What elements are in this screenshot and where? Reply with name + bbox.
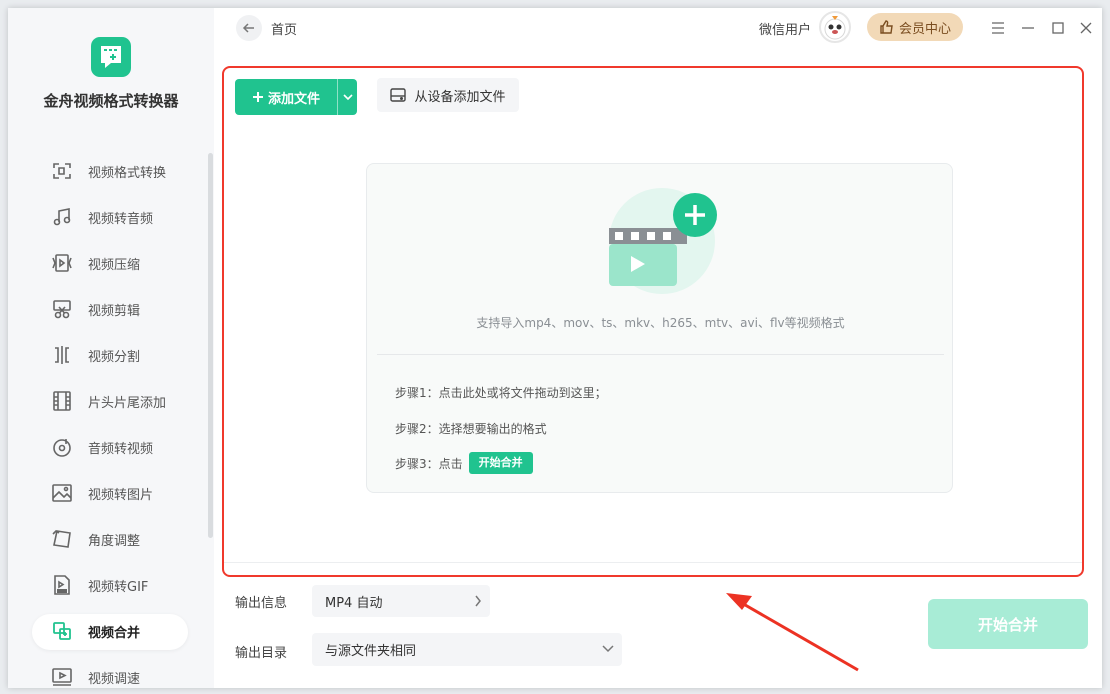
sidebar-item-label: 片头片尾添加 — [88, 395, 167, 411]
sidebar-item-label: 音频转视频 — [88, 441, 154, 457]
breadcrumb[interactable]: 首页 — [271, 19, 297, 38]
sidebar-item-label: 视频合并 — [88, 625, 141, 641]
annotation-arrow-icon — [726, 593, 859, 672]
sidebar-item-label: 视频压缩 — [88, 257, 141, 273]
step-3-text: 步骤3：点击 — [395, 456, 463, 471]
thumbs-up-icon — [880, 20, 893, 34]
add-file-main[interactable]: 添加文件 — [235, 79, 337, 115]
film-strip-icon — [50, 389, 74, 413]
sidebar-nav: 视频格式转换 视频转音频 视频压缩 视频剪辑 视频分割 片头片尾添加 音频转视频… — [8, 148, 214, 688]
title-bar: 首页 微信用户 会员中心 — [214, 8, 1102, 48]
add-video-icon — [609, 188, 717, 294]
step-2: 步骤2：选择想要输出的格式 — [395, 422, 547, 436]
file-drop-zone[interactable]: 支持导入mp4、mov、ts、mkv、h265、mtv、avi、flv等视频格式… — [366, 163, 953, 493]
divider — [377, 354, 944, 355]
sidebar-item-video-to-audio[interactable]: 视频转音频 — [8, 194, 214, 240]
compress-icon — [50, 251, 74, 275]
speed-icon — [50, 665, 74, 688]
output-format-value: MP4 自动 — [325, 595, 383, 611]
app-window: 金舟视频格式转换器 视频格式转换 视频转音频 视频压缩 视频剪辑 视频分割 片头… — [8, 8, 1102, 688]
sidebar-item-audio-to-video[interactable]: 音频转视频 — [8, 424, 214, 470]
sidebar-item-label: 视频转图片 — [88, 487, 154, 503]
output-format-selector[interactable]: MP4 自动 — [312, 585, 490, 617]
output-dir-select[interactable]: 与源文件夹相同 — [312, 633, 622, 666]
output-info-label: 输出信息 — [235, 596, 288, 611]
sidebar-item-gif[interactable]: 视频转GIF — [8, 562, 214, 608]
scissors-icon — [50, 297, 74, 321]
vip-center-button[interactable]: 会员中心 — [867, 13, 963, 41]
output-dir-value: 与源文件夹相同 — [325, 644, 417, 659]
sidebar-item-label: 视频转GIF — [88, 579, 149, 595]
chevron-right-icon — [475, 595, 481, 607]
sidebar-item-format-convert[interactable]: 视频格式转换 — [8, 148, 214, 194]
sidebar-item-label: 视频分割 — [88, 349, 141, 365]
divider — [224, 562, 1082, 563]
minimize-button[interactable] — [1018, 18, 1038, 38]
music-note-icon — [50, 205, 74, 229]
sidebar-item-compress[interactable]: 视频压缩 — [8, 240, 214, 286]
app-logo-icon — [91, 37, 131, 77]
add-from-device-button[interactable]: 从设备添加文件 — [377, 78, 519, 112]
minimize-icon — [1022, 27, 1034, 29]
sidebar-item-edit[interactable]: 视频剪辑 — [8, 286, 214, 332]
output-dir-label: 输出目录 — [235, 646, 288, 661]
vip-label: 会员中心 — [898, 21, 951, 37]
step-3-badge: 开始合并 — [468, 452, 533, 474]
add-file-button[interactable]: 添加文件 — [235, 79, 357, 115]
sidebar-item-label: 视频格式转换 — [88, 165, 167, 181]
chevron-down-icon — [342, 94, 353, 101]
sidebar-item-angle[interactable]: 角度调整 — [8, 516, 214, 562]
sidebar-item-label: 视频调速 — [88, 671, 141, 687]
user-name[interactable]: 微信用户 — [759, 19, 811, 38]
step-1: 步骤1：点击此处或将文件拖动到这里； — [395, 386, 607, 400]
sidebar-scrollbar[interactable] — [208, 153, 213, 538]
image-icon — [50, 481, 74, 505]
format-convert-icon — [50, 159, 74, 183]
sidebar-item-label: 视频剪辑 — [88, 303, 141, 319]
maximize-button[interactable] — [1048, 18, 1068, 38]
add-file-label: 添加文件 — [267, 91, 320, 107]
disc-icon — [50, 435, 74, 459]
plus-icon — [252, 92, 263, 102]
sidebar-item-intro-outro[interactable]: 片头片尾添加 — [8, 378, 214, 424]
hard-drive-icon — [390, 88, 407, 102]
add-from-device-label: 从设备添加文件 — [414, 89, 506, 105]
arrow-left-icon — [242, 23, 254, 33]
sidebar: 金舟视频格式转换器 视频格式转换 视频转音频 视频压缩 视频剪辑 视频分割 片头… — [8, 8, 214, 688]
supported-formats-text: 支持导入mp4、mov、ts、mkv、h265、mtv、avi、flv等视频格式 — [476, 316, 845, 330]
sidebar-item-label: 角度调整 — [88, 533, 141, 549]
step-3: 步骤3：点击 开始合并 — [395, 452, 533, 474]
add-file-dropdown[interactable] — [337, 79, 357, 115]
gif-icon — [50, 573, 74, 597]
split-icon — [50, 343, 74, 367]
menu-icon — [992, 22, 1004, 34]
sidebar-item-split[interactable]: 视频分割 — [8, 332, 214, 378]
close-icon — [1080, 22, 1092, 34]
back-button[interactable] — [236, 15, 262, 41]
app-name: 金舟视频格式转换器 — [43, 92, 179, 110]
merge-icon — [50, 619, 74, 643]
avatar[interactable] — [819, 11, 851, 43]
menu-button[interactable] — [988, 18, 1008, 38]
start-merge-button[interactable]: 开始合并 — [928, 599, 1088, 649]
maximize-icon — [1052, 22, 1064, 34]
chevron-down-icon — [602, 645, 614, 653]
sidebar-item-video-to-image[interactable]: 视频转图片 — [8, 470, 214, 516]
close-button[interactable] — [1076, 18, 1096, 38]
sidebar-item-label: 视频转音频 — [88, 211, 154, 227]
rotate-icon — [50, 527, 74, 551]
sidebar-item-merge[interactable]: 视频合并 — [8, 608, 214, 654]
sidebar-item-speed[interactable]: 视频调速 — [8, 654, 214, 688]
